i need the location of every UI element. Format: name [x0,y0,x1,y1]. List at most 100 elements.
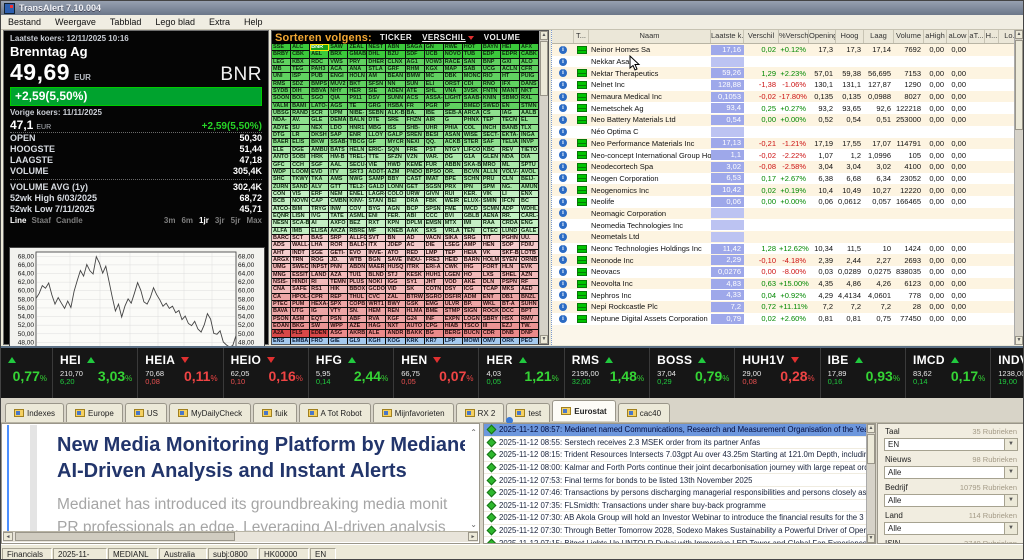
ticker-cell-asm[interactable]: ASM [291,316,310,323]
info-icon[interactable]: i [559,128,567,136]
ticker-cell-bcp[interactable]: BCP [406,206,425,213]
ticker-cell-fre[interactable]: FRE [406,147,425,154]
ticker-cell-inga[interactable]: INGA [520,132,539,139]
news-item[interactable]: 2025-11-12 07:46: Transactions by person… [484,487,866,500]
ticker-cell-qq[interactable]: QQ. [425,139,444,146]
ticker-cell-copb[interactable]: COPB [348,301,367,308]
ticker-cell-wpp[interactable]: WPP [329,323,348,330]
ticker-cell-rhm[interactable]: RHM [406,66,425,73]
ticker-cell-bean[interactable]: BEAN [386,73,405,80]
ticker-cell-bby[interactable]: BBY [386,176,405,183]
ticker-cell-rock[interactable]: ROCK [482,308,501,315]
ticker-cell-bava[interactable]: BAVA [272,308,291,315]
ticker-cell-shl[interactable]: SHL [425,88,444,95]
ticker-cell-mf[interactable]: MF [367,228,386,235]
ticker-cell-sren[interactable]: SREN [406,132,425,139]
ticker-cell-hln[interactable]: HLN [501,264,520,271]
column-header-laatste-k[interactable]: Laatste k... [711,30,744,43]
ticker-cell-prx[interactable]: PRX [444,184,463,191]
ticker-cell-sgsn[interactable]: SGSN [425,184,444,191]
scroll-thumb[interactable] [1015,40,1023,130]
ticker-cell-tate[interactable]: TATE [329,213,348,220]
ticker-cell-lmp[interactable]: LMP [425,250,444,257]
ticker-cell-emba[interactable]: EMBA [291,338,310,344]
ticker-cell-aca[interactable]: ACA [329,66,348,73]
ticker-cell-gale[interactable]: GALE [520,228,539,235]
table-row[interactable]: iNeinor Homes Sa17,160,02+0.12%17,317,31… [552,44,1024,56]
ticker-cell-dnb[interactable]: DNB [501,330,520,337]
news-item[interactable]: 2025-11-12 08:00: Kalmar and Forth Ports… [484,462,866,475]
ticker-cell-bbox[interactable]: BBOX [348,286,367,293]
ticker-cell-g24[interactable]: G24 [406,316,425,323]
sort-option-verschil[interactable]: VERSCHIL [422,33,474,42]
ticker-cell-telia[interactable]: TELIA [501,139,520,146]
ticker-cell-fer[interactable]: FER. [386,213,405,220]
ticker-cell-nhy[interactable]: NHY [329,88,348,95]
ticker-cell-ctec[interactable]: CTEC [482,228,501,235]
ticker-cell-kneb[interactable]: KNEB [386,228,405,235]
ticker-cell-ambu[interactable]: AMBU [310,147,329,154]
ticker-band-cell-huh1v[interactable]: HUH1V29,000,080,28% [735,348,820,398]
news-scrollbar[interactable]: ▲ ▼ [866,424,875,543]
ticker-cell-rms[interactable]: RMS [272,81,291,88]
scroll-thumb[interactable] [867,434,875,464]
ticker-cell-fdiu[interactable]: FDIU [520,242,539,249]
ticker-cell-andr[interactable]: ANDR [386,330,405,337]
info-icon[interactable]: i [559,93,567,101]
table-row[interactable]: iNeomagic Corporation [552,208,1024,220]
ticker-cell-sect[interactable]: SECT- [482,132,501,139]
info-icon[interactable]: i [559,245,567,253]
ticker-cell-bnp[interactable]: BNP [482,59,501,66]
ticker-cell-gtt[interactable]: GTT [329,184,348,191]
ticker-cell-asg[interactable]: ASG [329,330,348,337]
column-header-select[interactable] [552,30,574,43]
chart-legend-icon[interactable] [577,303,587,311]
ticker-cell-ten[interactable]: TEN [463,228,482,235]
chart-range-max[interactable]: Max [246,216,262,225]
sort-option-volume[interactable]: VOLUME [484,33,521,42]
ticker-cell-mbg[interactable]: MBG [367,125,386,132]
ticker-cell-vik[interactable]: VIK [482,191,501,198]
ticker-cell-ens[interactable]: ENS [272,338,291,344]
ticker-cell-tep[interactable]: TEP [444,250,463,257]
ticker-cell-3vsk[interactable]: 3VSK [463,88,482,95]
ticker-cell-zeal[interactable]: ZEAL [348,44,367,51]
ticker-cell-abf[interactable]: ABF [348,316,367,323]
ticker-cell-ork[interactable]: ORK [501,338,520,344]
ticker-cell-race[interactable]: RACE [444,59,463,66]
column-header-t[interactable]: T... [574,30,589,43]
chart-legend-icon[interactable] [577,174,587,182]
ticker-cell-aak[interactable]: AAK [406,228,425,235]
ticker-cell-dte[interactable]: DTE [367,117,386,124]
table-row[interactable]: iNeo Battery Materials Ltd0,540,00+0.00%… [552,114,1024,126]
ticker-cell-kbx[interactable]: KBX [291,59,310,66]
ticker-cell-fort[interactable]: FORT [482,264,501,271]
ticker-cell-sgo[interactable]: SGO [310,95,329,102]
ticker-cell-enx[interactable]: ENX [520,191,539,198]
ticker-cell-baer[interactable]: BAER [272,139,291,146]
ticker-cell-fur[interactable]: FUR [425,162,444,169]
ticker-cell-ate[interactable]: ATE [406,88,425,95]
ticker-cell-pah3[interactable]: PAH3 [310,66,329,73]
scroll-down-icon[interactable]: ⌄ [470,520,477,529]
ticker-cell-btrw[interactable]: BTRW [406,294,425,301]
ticker-cell-tep[interactable]: TEP [482,117,501,124]
ticker-cell-bez[interactable]: BEZ [348,220,367,227]
ticker-cell-ezj[interactable]: EZJ [501,323,520,330]
ticker-cell-cna[interactable]: CNA [272,286,291,293]
ticker-cell-bc[interactable]: BC [520,198,539,205]
news-item[interactable]: 2025-11-12 08:15: Trident Resources Inte… [484,449,866,462]
ticker-cell-hen[interactable]: HEN [482,242,501,249]
ticker-cell-heia[interactable]: HEIA [463,250,482,257]
ticker-cell-tub[interactable]: TUB [463,51,482,58]
info-icon[interactable]: i [559,139,567,147]
news-item[interactable]: 2025-11-12 07:15: Bitget Lights Up UNTOL… [484,537,866,543]
ticker-cell-sy1[interactable]: SY1 [406,279,425,286]
ticker-cell-fls[interactable]: FLS [291,330,310,337]
ticker-cell-acs[interactable]: ACS [406,95,425,102]
ticker-cell-expn[interactable]: EXPN [444,316,463,323]
ticker-cell-hsba[interactable]: HSBA [386,103,405,110]
ticker-cell-evk[interactable]: EVK [520,264,539,271]
news-item[interactable]: 2025-11-12 07:30: AB Akola Group will ho… [484,512,866,525]
ticker-cell-lotb[interactable]: LOTB [520,250,539,257]
